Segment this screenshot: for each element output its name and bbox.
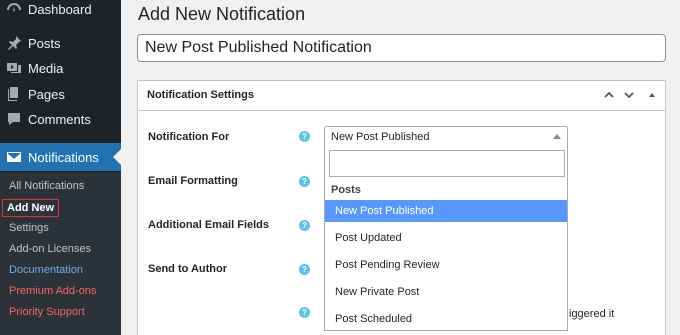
submenu-settings[interactable]: Settings	[9, 222, 49, 234]
move-down-icon[interactable]	[621, 87, 637, 103]
option-item[interactable]: New Post Published	[325, 200, 567, 222]
menu-label: Pages	[28, 86, 65, 102]
submenu-add-new[interactable]: Add New	[2, 199, 60, 217]
menu-posts[interactable]: Posts	[0, 31, 121, 55]
page-title: Add New Notification	[138, 4, 306, 24]
menu-comments[interactable]: Comments	[0, 107, 121, 131]
menu-pages[interactable]: Pages	[0, 82, 121, 106]
select-dropdown: Posts New Post Published Post Updated Po…	[324, 146, 568, 331]
menu-label: Posts	[28, 35, 61, 51]
option-item[interactable]: Post Pending Review	[325, 254, 567, 276]
label-notification-for: Notification For	[148, 131, 230, 143]
post-title-input[interactable]: New Post Published Notification	[137, 34, 666, 62]
comments-icon	[6, 111, 22, 127]
notification-for-select[interactable]: New Post Published	[324, 126, 568, 147]
move-up-icon[interactable]	[601, 87, 617, 103]
submenu-addon-licenses[interactable]: Add-on Licenses	[9, 243, 91, 255]
postbox-title: Notification Settings	[147, 89, 254, 101]
chevron-up-icon	[553, 134, 561, 139]
submenu-priority-support[interactable]: Priority Support	[9, 306, 85, 318]
option-item[interactable]: Post Updated	[325, 227, 567, 249]
help-icon[interactable]: ?	[299, 131, 310, 142]
label-additional-email-fields: Additional Email Fields	[148, 219, 270, 231]
option-item[interactable]: New Private Post	[325, 281, 567, 303]
notifications-submenu: All Notifications Add New Settings Add-o…	[0, 172, 121, 335]
label-email-formatting: Email Formatting	[148, 175, 238, 187]
submenu-all-notifications[interactable]: All Notifications	[9, 180, 84, 192]
description-text-fragment: iggered it	[569, 308, 615, 320]
envelope-icon	[6, 149, 22, 165]
menu-dashboard[interactable]: Dashboard	[0, 0, 121, 21]
menu-media[interactable]: Media	[0, 56, 121, 80]
submenu-premium-addons[interactable]: Premium Add-ons	[9, 285, 96, 297]
menu-label: Comments	[28, 111, 91, 127]
help-icon[interactable]: ?	[299, 176, 310, 187]
help-icon[interactable]: ?	[299, 264, 310, 275]
collapse-toggle-icon[interactable]	[644, 87, 660, 103]
select-value: New Post Published	[331, 130, 430, 143]
option-group-label: Posts	[331, 184, 361, 196]
menu-label: Media	[28, 60, 64, 76]
label-send-to-author: Send to Author	[148, 263, 228, 275]
notification-settings-box: Notification Settings Notification For ?…	[137, 80, 666, 335]
help-icon[interactable]: ?	[299, 307, 310, 318]
postbox-header: Notification Settings	[138, 81, 665, 111]
pushpin-icon	[6, 35, 22, 51]
media-icon	[6, 60, 22, 76]
dashboard-icon	[6, 1, 22, 17]
admin-sidebar: Dashboard Posts Media Pages Comments Not…	[0, 0, 121, 335]
dropdown-search-input[interactable]	[329, 150, 565, 177]
submenu-documentation[interactable]: Documentation	[9, 264, 83, 276]
option-item[interactable]: Post Scheduled	[325, 308, 567, 330]
menu-notifications[interactable]: Notifications	[0, 143, 121, 171]
pages-icon	[6, 86, 22, 102]
help-icon[interactable]: ?	[299, 220, 310, 231]
menu-label: Dashboard	[28, 1, 92, 17]
menu-label: Notifications	[28, 149, 99, 165]
